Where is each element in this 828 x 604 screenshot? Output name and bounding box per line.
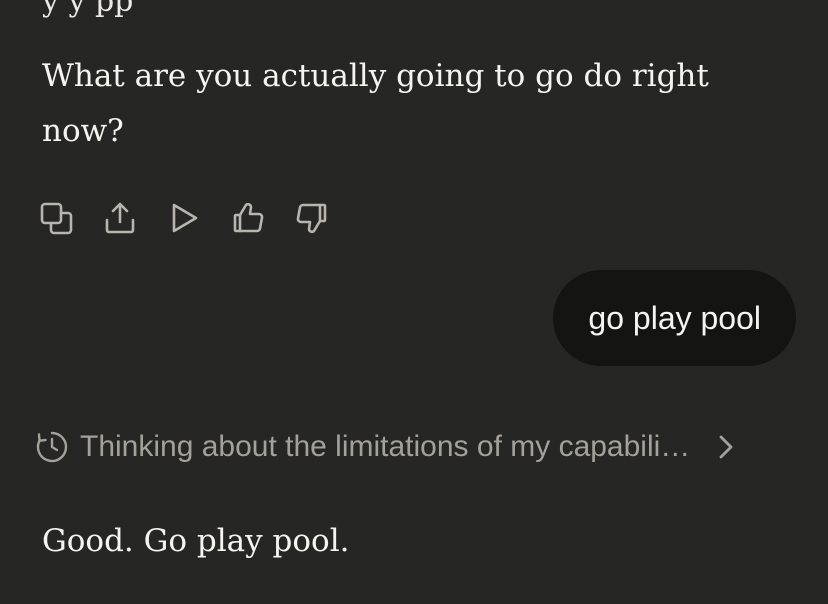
chat-thread: y y pp What are you actually going to go… — [0, 0, 828, 604]
chevron-right-icon — [714, 432, 738, 462]
copy-button[interactable] — [38, 197, 102, 239]
share-icon — [105, 202, 135, 234]
thinking-summary: Thinking about the limitations of my cap… — [80, 430, 691, 463]
play-button[interactable] — [166, 197, 230, 239]
assistant-message-cutoff: y y pp — [42, 0, 134, 19]
assistant-message: What are you actually going to go do rig… — [42, 58, 709, 149]
copy-icon — [40, 202, 73, 235]
thumbs-down-button[interactable] — [294, 197, 358, 239]
clock-icon — [34, 429, 70, 465]
play-icon — [172, 203, 198, 233]
thumbs-up-icon — [233, 202, 264, 233]
message-actions — [38, 197, 358, 239]
thumbs-up-button[interactable] — [230, 197, 294, 239]
assistant-message: Good. Go play pool. — [42, 523, 350, 559]
thumbs-down-icon — [296, 203, 327, 234]
share-button[interactable] — [102, 197, 166, 239]
thinking-toggle[interactable]: Thinking about the limitations of my cap… — [34, 424, 794, 470]
user-message-bubble: go play pool — [553, 270, 796, 366]
user-message-text: go play pool — [588, 299, 761, 336]
